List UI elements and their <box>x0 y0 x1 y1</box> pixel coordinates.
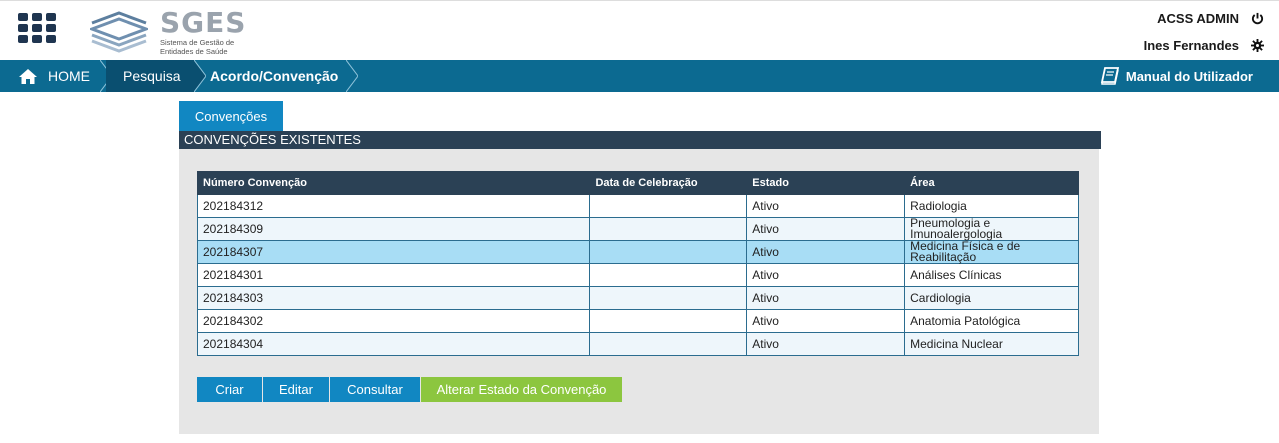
cell-data <box>589 194 748 218</box>
cell-area: Radiologia <box>904 194 1079 218</box>
app-header: SGES Sistema de Gestão de Entidades de S… <box>0 0 1279 60</box>
table-row[interactable]: 202184301 Ativo Análises Clínicas <box>196 263 1079 287</box>
manual-link[interactable]: Manual do Utilizador <box>1100 60 1253 92</box>
alterar-estado-button[interactable]: Alterar Estado da Convenção <box>421 377 622 402</box>
cell-data <box>589 217 748 241</box>
home-icon <box>19 68 37 84</box>
column-header-estado[interactable]: Estado <box>746 171 906 195</box>
cell-area: Pneumologia e Imunoalergologia <box>904 217 1079 241</box>
user-name: Ines Fernandes <box>1143 37 1239 53</box>
breadcrumb-separator-icon <box>194 60 206 92</box>
convencoes-table: Número Convenção Data de Celebração Esta… <box>196 171 1079 356</box>
breadcrumb-home-label: HOME <box>48 68 90 84</box>
column-header-data[interactable]: Data de Celebração <box>589 171 748 195</box>
cell-data <box>589 263 748 287</box>
cell-data <box>589 240 748 264</box>
gear-icon[interactable] <box>1249 37 1265 53</box>
logo-subtitle: Sistema de Gestão de Entidades de Saúde <box>160 38 235 56</box>
table-header-row: Número Convenção Data de Celebração Esta… <box>196 171 1079 195</box>
cell-area: Anatomia Patológica <box>904 309 1079 333</box>
power-icon[interactable] <box>1249 10 1265 26</box>
breadcrumb-acordo-label: Acordo/Convenção <box>210 68 339 84</box>
apps-grid-icon[interactable] <box>18 13 56 45</box>
table-row[interactable]: 202184309 Ativo Pneumologia e Imunoalerg… <box>196 217 1079 241</box>
cell-numero: 202184312 <box>196 194 591 218</box>
editar-button[interactable]: Editar <box>263 377 330 402</box>
table-row[interactable]: 202184303 Ativo Cardiologia <box>196 286 1079 310</box>
cell-data <box>589 309 748 333</box>
book-icon <box>1100 67 1119 85</box>
section-title: CONVENÇÕES EXISTENTES <box>179 131 1101 149</box>
cell-estado: Ativo <box>746 263 906 287</box>
cell-estado: Ativo <box>746 309 906 333</box>
sges-logo[interactable]: SGES Sistema de Gestão de Entidades de S… <box>90 7 250 57</box>
tab-convencoes[interactable]: Convenções <box>179 101 283 131</box>
breadcrumb-pesquisa[interactable]: Pesquisa <box>106 60 206 92</box>
cell-numero: 202184304 <box>196 332 591 356</box>
table-row[interactable]: 202184304 Ativo Medicina Nuclear <box>196 332 1079 356</box>
action-buttons: Criar Editar Consultar Alterar Estado da… <box>197 377 622 402</box>
cell-area: Cardiologia <box>904 286 1079 310</box>
cell-numero: 202184307 <box>196 240 591 264</box>
breadcrumb: HOME Pesquisa Acordo/Convenção <box>0 60 358 92</box>
breadcrumb-bar: HOME Pesquisa Acordo/Convenção Manual do… <box>0 60 1279 92</box>
cell-numero: 202184303 <box>196 286 591 310</box>
cell-data <box>589 332 748 356</box>
cell-area: Medicina Nuclear <box>904 332 1079 356</box>
consultar-button[interactable]: Consultar <box>330 377 421 402</box>
column-header-area[interactable]: Área <box>904 171 1079 195</box>
breadcrumb-pesquisa-label: Pesquisa <box>123 68 181 84</box>
manual-link-label: Manual do Utilizador <box>1125 68 1253 84</box>
logo-mark-icon <box>90 11 148 53</box>
table-row[interactable]: 202184312 Ativo Radiologia <box>196 194 1079 218</box>
cell-numero: 202184309 <box>196 217 591 241</box>
breadcrumb-separator-icon <box>346 60 358 92</box>
breadcrumb-acordo[interactable]: Acordo/Convenção <box>194 60 358 92</box>
table-row[interactable]: 202184302 Ativo Anatomia Patológica <box>196 309 1079 333</box>
breadcrumb-home[interactable]: HOME <box>0 60 112 92</box>
cell-estado: Ativo <box>746 194 906 218</box>
table-row-selected[interactable]: 202184307 Ativo Medicina Física e de Rea… <box>196 240 1079 264</box>
cell-estado: Ativo <box>746 240 906 264</box>
cell-estado: Ativo <box>746 332 906 356</box>
logo-title: SGES <box>160 6 247 39</box>
cell-estado: Ativo <box>746 286 906 310</box>
cell-area: Medicina Física e de Reabilitação <box>904 240 1079 264</box>
cell-area: Análises Clínicas <box>904 263 1079 287</box>
user-block: ACSS ADMIN Ines Fernandes <box>1144 9 1265 63</box>
column-header-numero[interactable]: Número Convenção <box>196 171 591 195</box>
criar-button[interactable]: Criar <box>197 377 263 402</box>
cell-estado: Ativo <box>746 217 906 241</box>
cell-numero: 202184302 <box>196 309 591 333</box>
cell-data <box>589 286 748 310</box>
user-role: ACSS ADMIN <box>1157 10 1239 26</box>
cell-numero: 202184301 <box>196 263 591 287</box>
